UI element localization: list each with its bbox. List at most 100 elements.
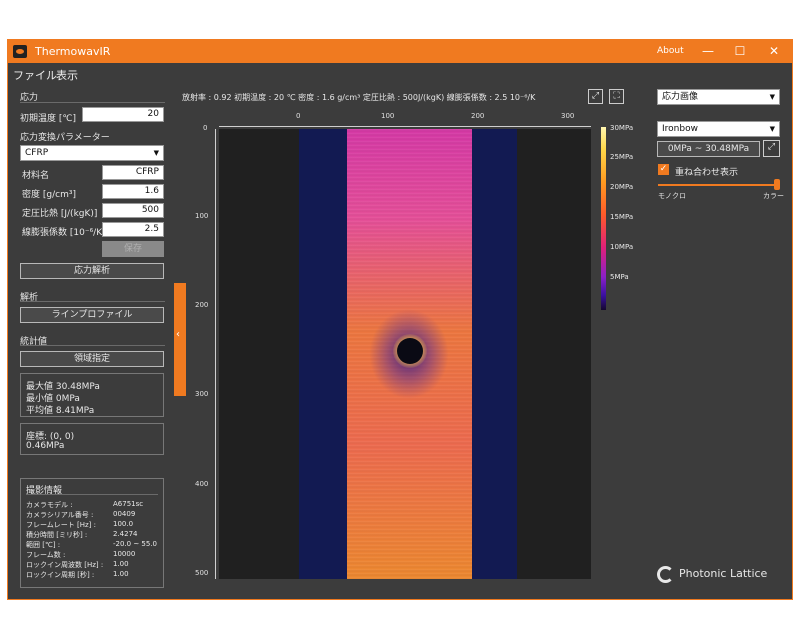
divider: [20, 301, 165, 302]
app-window: ThermowavIR About — ☐ ✕ ファイル 表示 応力 初期温度 …: [7, 39, 793, 600]
x-tick-label: 300: [561, 112, 575, 120]
line-profile-button[interactable]: ラインプロファイル: [20, 307, 164, 323]
title-bar: ThermowavIR About — ☐ ✕: [8, 40, 792, 63]
x-tick-label: 200: [471, 112, 485, 120]
colorbar-label: 10MPa: [610, 243, 634, 251]
init-temp-input[interactable]: 20: [82, 107, 164, 122]
fullscreen-icon[interactable]: ⛶: [609, 89, 624, 104]
chevron-down-icon: ▼: [153, 149, 159, 157]
material-select-value: CFRP: [25, 148, 49, 158]
minimize-button[interactable]: —: [696, 43, 720, 60]
maximize-button[interactable]: ☐: [728, 43, 752, 60]
info-key: フレームレート [Hz] :: [26, 521, 96, 529]
menu-file[interactable]: ファイル: [13, 67, 57, 83]
menu-bar: ファイル 表示: [8, 64, 792, 84]
material-name-label: 材料名: [22, 171, 50, 181]
divider: [20, 102, 165, 103]
parameters-header: 放射率 : 0.92 初期温度 : 20 ℃ 密度 : 1.6 g/cm³ 定圧…: [182, 93, 536, 102]
info-key: 積分時間 [ミリ秒] :: [26, 531, 88, 539]
brand-name: Photonic Lattice: [679, 567, 768, 580]
info-key: カメラモデル :: [26, 501, 73, 509]
info-key: ロックイン周波数 [Hz] :: [26, 561, 104, 569]
window-title: ThermowavIR: [35, 45, 111, 58]
specimen-band: [347, 129, 472, 579]
chevron-down-icon: ▼: [769, 125, 775, 133]
colorbar-label: 30MPa: [610, 124, 634, 132]
expansion-label: 線膨張係数 [10⁻⁶/K]: [22, 228, 106, 238]
region-button[interactable]: 領域指定: [20, 351, 164, 367]
specific-heat-input[interactable]: 500: [102, 203, 164, 218]
y-tick-label: 300: [195, 390, 209, 398]
info-value: 00409: [113, 510, 136, 518]
stat-avg: 平均値 8.41MPa: [26, 406, 95, 416]
info-value: 1.00: [113, 560, 129, 568]
overlay-label: 重ね合わせ表示: [675, 168, 739, 178]
material-select[interactable]: CFRP ▼: [20, 145, 164, 161]
shooting-info-box: 撮影情報 カメラモデル : A6751sc カメラシリアル番号 :00409 フレ…: [20, 478, 164, 588]
colorbar: [601, 127, 606, 310]
color-label: カラー: [763, 192, 784, 200]
coord-value: 0.46MPa: [26, 441, 65, 451]
conv-params-label: 応力変換パラメーター: [20, 133, 110, 143]
color-slider-handle[interactable]: [774, 179, 780, 190]
analyze-button[interactable]: 応力解析: [20, 263, 164, 279]
fit-window-icon[interactable]: ⤢: [588, 89, 603, 104]
panel-collapse-handle[interactable]: ‹: [174, 283, 186, 396]
range-field[interactable]: 0MPa ~ 30.48MPa: [657, 141, 760, 157]
x-axis: [219, 126, 591, 127]
x-tick-label: 0: [296, 112, 301, 120]
view-select[interactable]: 応力画像 ▼: [657, 89, 780, 105]
low-stress-band: [299, 129, 347, 579]
material-name-input[interactable]: CFRP: [102, 165, 164, 180]
colorbar-label: 20MPa: [610, 183, 634, 191]
menu-view[interactable]: 表示: [56, 67, 78, 83]
background-region: [219, 129, 299, 579]
y-axis: [215, 129, 216, 579]
heat-label: 定圧比熱 [J/(kgK)]: [22, 209, 98, 219]
y-tick-label: 0: [203, 124, 208, 132]
mono-label: モノクロ: [658, 192, 686, 200]
info-value: 10000: [113, 550, 136, 558]
palette-select-value: Ironbow: [662, 124, 698, 134]
close-button[interactable]: ✕: [762, 43, 786, 60]
chevron-down-icon: ▼: [769, 93, 775, 101]
colorbar-label: 5MPa: [610, 273, 629, 281]
stress-image[interactable]: [219, 129, 591, 579]
x-tick-label: 100: [381, 112, 395, 120]
y-tick-label: 100: [195, 212, 209, 220]
low-stress-band: [472, 129, 517, 579]
divider: [20, 345, 165, 346]
y-tick-label: 200: [195, 301, 209, 309]
info-value: 2.4274: [113, 530, 138, 538]
init-temp-label: 初期温度 [℃]: [20, 114, 76, 124]
background-region: [517, 129, 591, 579]
info-key: カメラシリアル番号 :: [26, 511, 94, 519]
info-value: -20.0 ~ 55.0: [113, 540, 158, 548]
overlay-checkbox[interactable]: ✓: [658, 164, 669, 175]
info-key: ロックイン周期 [秒] :: [26, 571, 95, 579]
colorbar-label: 15MPa: [610, 213, 634, 221]
about-link[interactable]: About: [657, 46, 684, 56]
expansion-input[interactable]: 2.5: [102, 222, 164, 237]
y-tick-label: 400: [195, 480, 209, 488]
info-value: 1.00: [113, 570, 129, 578]
brand-logo-icon: [657, 566, 674, 583]
y-tick-label: 500: [195, 569, 209, 577]
info-key: 範囲 [℃] :: [26, 541, 61, 549]
divider: [26, 494, 158, 495]
density-input[interactable]: 1.6: [102, 184, 164, 199]
info-key: フレーム数 :: [26, 551, 66, 559]
info-value: 100.0: [113, 520, 134, 528]
chevron-left-icon: ‹: [176, 329, 180, 340]
view-select-value: 応力画像: [662, 92, 699, 102]
range-edit-icon[interactable]: ⤢: [763, 140, 780, 157]
coord-box: 座標: (0, 0) 0.46MPa: [20, 423, 164, 455]
info-value: A6751sc: [113, 500, 144, 508]
colorbar-label: 25MPa: [610, 153, 634, 161]
color-slider-track[interactable]: [658, 184, 778, 186]
palette-select[interactable]: Ironbow ▼: [657, 121, 780, 137]
save-button[interactable]: 保存: [102, 241, 164, 257]
stats-box: 最大値 30.48MPa 最小値 0MPa 平均値 8.41MPa: [20, 373, 164, 417]
app-logo-icon: [13, 45, 27, 58]
density-label: 密度 [g/cm³]: [22, 190, 76, 200]
